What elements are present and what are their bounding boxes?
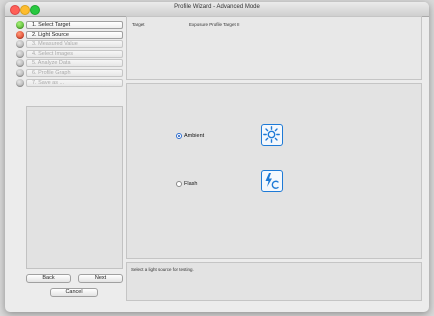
left-info-panel: [26, 106, 123, 269]
target-value: Exposure Profile Target II: [189, 22, 240, 27]
step-7-button: 7. Save as ...: [26, 78, 123, 87]
step-4: 4. Select Images: [16, 49, 123, 58]
cancel-button[interactable]: Cancel: [50, 288, 98, 297]
step-2[interactable]: 2. Light Source: [16, 30, 123, 39]
status-message-pane: Select a light source for testing.: [126, 262, 422, 301]
ambient-radio[interactable]: [176, 133, 182, 139]
step-6: 6. Profile Graph: [16, 68, 123, 77]
step-2-button[interactable]: 2. Light Source: [26, 30, 123, 39]
flash-light-icon[interactable]: [261, 170, 283, 192]
step-6-button: 6. Profile Graph: [26, 68, 123, 77]
status-pending-icon: [16, 78, 24, 87]
back-button[interactable]: Back: [26, 274, 71, 283]
status-pending-icon: [16, 59, 24, 68]
wizard-steps: 1. Select Target 2. Light Source 3. Meas…: [16, 21, 123, 88]
next-button[interactable]: Next: [78, 274, 123, 283]
ambient-light-icon[interactable]: [261, 124, 283, 146]
window-title: Profile Wizard - Advanced Mode: [174, 4, 260, 10]
profile-wizard-window: Profile Wizard - Advanced Mode 1. Select…: [5, 2, 429, 312]
status-pending-icon: [16, 40, 24, 49]
light-source-pane: Ambient Flash: [126, 83, 422, 259]
title-bar: Profile Wizard - Advanced Mode: [5, 2, 429, 17]
step-1[interactable]: 1. Select Target: [16, 21, 123, 29]
flash-label[interactable]: Flash: [184, 181, 197, 187]
ambient-label[interactable]: Ambient: [184, 133, 204, 139]
step-3-button: 3. Measured Value: [26, 40, 123, 49]
status-pending-icon: [16, 49, 24, 58]
target-info-pane: Target Exposure Profile Target II: [126, 16, 422, 80]
status-pending-icon: [16, 68, 24, 77]
target-header-label: Target: [132, 22, 145, 27]
step-3: 3. Measured Value: [16, 40, 123, 49]
step-4-button: 4. Select Images: [26, 49, 123, 58]
status-complete-icon: [16, 21, 24, 29]
status-current-icon: [16, 30, 24, 39]
step-7: 7. Save as ...: [16, 78, 123, 87]
step-5: 5. Analyze Data: [16, 59, 123, 68]
flash-radio[interactable]: [176, 181, 182, 187]
step-5-button: 5. Analyze Data: [26, 59, 123, 68]
step-1-button[interactable]: 1. Select Target: [26, 21, 123, 29]
status-message: Select a light source for testing.: [131, 267, 194, 272]
